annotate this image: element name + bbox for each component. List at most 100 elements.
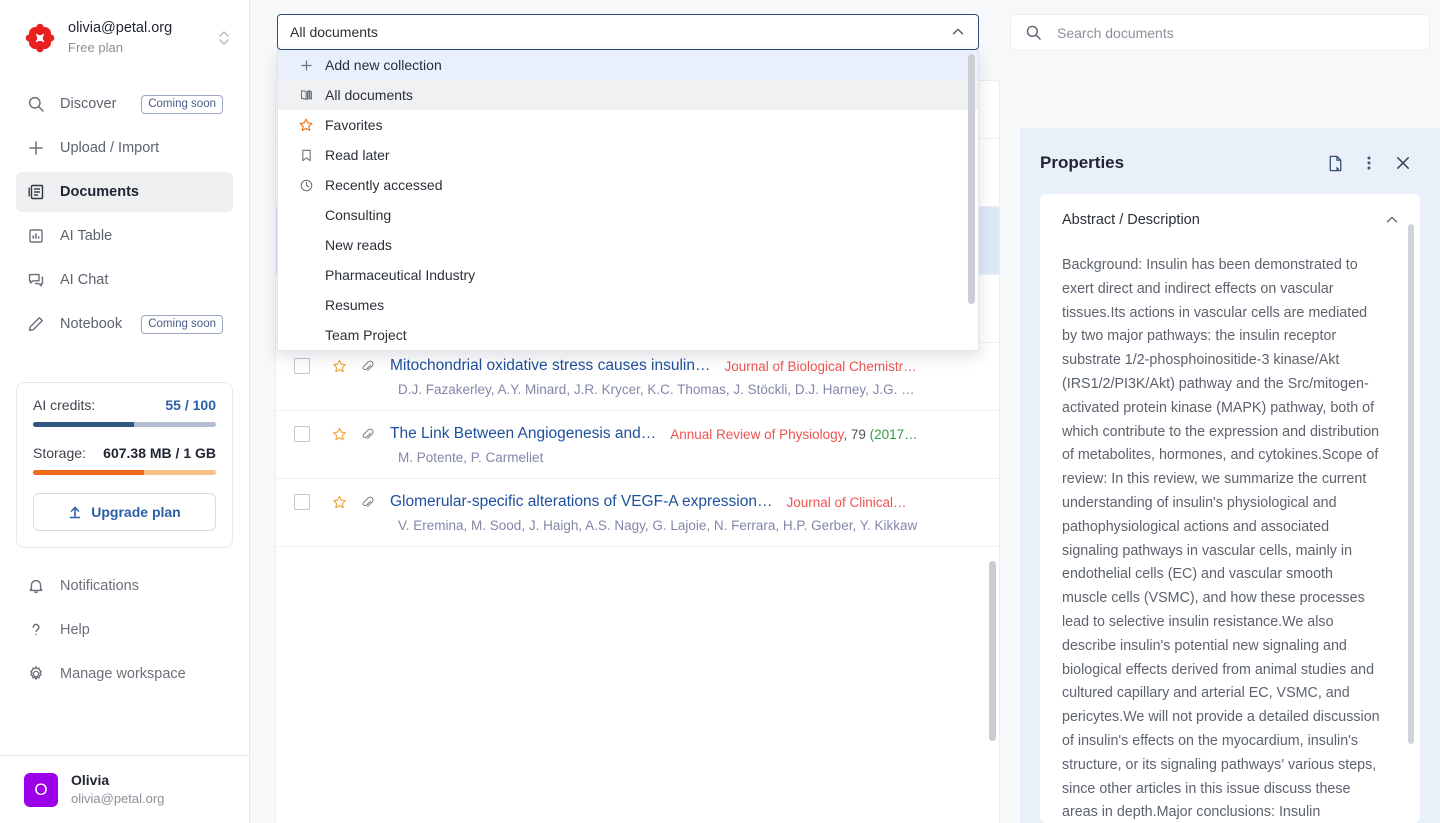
abstract-text: Background: Insulin has been demonstrate… bbox=[1062, 257, 1380, 821]
table-row[interactable]: Mitochondrial oxidative stress causes in… bbox=[276, 343, 999, 411]
sidebar-item-documents[interactable]: Documents bbox=[16, 172, 233, 212]
user-profile-footer[interactable]: O Olivia olivia@petal.org bbox=[0, 755, 249, 823]
table-row[interactable]: Glomerular-specific alterations of VEGF-… bbox=[276, 479, 999, 547]
collection-menu-item[interactable]: Team Project bbox=[278, 320, 978, 350]
plus-icon bbox=[296, 58, 316, 73]
avatar: O bbox=[24, 772, 58, 807]
user-name: Olivia bbox=[71, 772, 110, 788]
sidebar-item-ai-chat[interactable]: AI Chat bbox=[16, 260, 233, 300]
gear-icon bbox=[26, 664, 46, 684]
close-icon[interactable] bbox=[1386, 148, 1420, 178]
document-row-main: The Link Between Angiogenesis and… Annual… bbox=[294, 425, 981, 443]
collection-menu-item-label: New reads bbox=[325, 237, 392, 253]
collection-menu-item[interactable]: New reads bbox=[278, 230, 978, 260]
attachment-clip-icon[interactable] bbox=[360, 359, 376, 374]
collection-menu-item[interactable]: Pharmaceutical Industry bbox=[278, 260, 978, 290]
primary-nav: Discover Coming soon Upload / Import Doc… bbox=[0, 84, 249, 348]
collection-menu-item[interactable]: Resumes bbox=[278, 290, 978, 320]
search-icon bbox=[1025, 24, 1042, 41]
upgrade-plan-label: Upgrade plan bbox=[91, 504, 181, 520]
document-journal: Journal of Clinical… bbox=[786, 494, 907, 510]
collection-menu-item-label: Recently accessed bbox=[325, 177, 443, 193]
sidebar-item-label: AI Table bbox=[60, 228, 113, 244]
sidebar-item-help[interactable]: Help bbox=[16, 610, 233, 650]
ai-credits-label: AI credits: bbox=[33, 397, 96, 413]
sidebar-item-label: AI Chat bbox=[60, 272, 109, 288]
document-year: (2017… bbox=[869, 426, 918, 442]
sidebar-item-label: Upload / Import bbox=[60, 140, 160, 156]
table-row[interactable]: The Link Between Angiogenesis and… Annual… bbox=[276, 411, 999, 479]
storage-progress bbox=[33, 470, 216, 475]
abstract-section-title: Abstract / Description bbox=[1062, 212, 1200, 228]
collection-menu-item[interactable]: Read later bbox=[278, 140, 978, 170]
collection-menu-item[interactable]: Recently accessed bbox=[278, 170, 978, 200]
search-documents-box[interactable] bbox=[1010, 14, 1430, 51]
star-icon[interactable] bbox=[331, 494, 349, 511]
row-checkbox[interactable] bbox=[294, 358, 310, 374]
collection-menu-item-label: All documents bbox=[325, 87, 413, 103]
abstract-card: Abstract / Description Background: Insul… bbox=[1040, 194, 1420, 823]
abstract-section-header[interactable]: Abstract / Description bbox=[1062, 212, 1400, 228]
document-authors: M. Potente, P. Carmeliet bbox=[398, 450, 544, 465]
chevron-updown-icon[interactable] bbox=[215, 28, 233, 48]
search-input[interactable] bbox=[1055, 23, 1415, 42]
properties-panel: Properties Abstract / Description Backgr… bbox=[1020, 128, 1440, 823]
document-title[interactable]: The Link Between Angiogenesis and… bbox=[390, 425, 656, 443]
sidebar-item-notebook[interactable]: Notebook Coming soon bbox=[16, 304, 233, 344]
sidebar-item-notifications[interactable]: Notifications bbox=[16, 566, 233, 606]
document-source: Journal of Clinical… bbox=[786, 495, 906, 510]
sidebar-item-upload-import[interactable]: Upload / Import bbox=[16, 128, 233, 168]
table-chart-icon bbox=[26, 226, 46, 246]
chevron-up-icon[interactable] bbox=[1384, 212, 1400, 228]
sidebar: olivia@petal.org Free plan Discover Comi… bbox=[0, 0, 250, 823]
properties-header: Properties bbox=[1040, 146, 1420, 180]
star-icon[interactable] bbox=[331, 426, 349, 443]
collection-menu-item-label: Add new collection bbox=[325, 57, 442, 73]
document-authors: V. Eremina, M. Sood, J. Haigh, A.S. Nagy… bbox=[398, 518, 918, 533]
sidebar-item-manage-workspace[interactable]: Manage workspace bbox=[16, 654, 233, 694]
account-email: olivia@petal.org bbox=[68, 20, 173, 36]
usage-card: AI credits: 55 / 100 Storage: 607.38 MB … bbox=[16, 382, 233, 548]
star-icon bbox=[296, 117, 316, 133]
attachment-clip-icon[interactable] bbox=[360, 495, 376, 510]
secondary-nav: Notifications Help Manage workspace bbox=[0, 566, 249, 698]
question-mark-icon bbox=[26, 620, 46, 640]
row-checkbox[interactable] bbox=[294, 426, 310, 442]
collection-menu-item[interactable]: Favorites bbox=[278, 110, 978, 140]
document-authors: D.J. Fazakerley, A.Y. Minard, J.R. Kryce… bbox=[398, 382, 915, 397]
star-icon[interactable] bbox=[331, 358, 349, 375]
more-vertical-icon[interactable] bbox=[1352, 148, 1386, 178]
ai-credits-row: AI credits: 55 / 100 bbox=[33, 397, 216, 413]
collection-menu-item[interactable]: Add new collection bbox=[278, 50, 978, 80]
abstract-scrollbar[interactable] bbox=[1408, 224, 1414, 744]
document-title[interactable]: Glomerular-specific alterations of VEGF-… bbox=[390, 493, 772, 511]
document-source: Annual Review of Physiology, 79 (2017… bbox=[670, 427, 917, 442]
collection-selector: All documents Add new collection All docu… bbox=[277, 14, 979, 351]
sidebar-item-discover[interactable]: Discover Coming soon bbox=[16, 84, 233, 124]
document-export-icon[interactable] bbox=[1318, 148, 1352, 178]
collection-menu-scrollbar[interactable] bbox=[968, 54, 975, 304]
sidebar-item-ai-table[interactable]: AI Table bbox=[16, 216, 233, 256]
collection-menu-item-label: Pharmaceutical Industry bbox=[325, 267, 476, 283]
collection-menu-item[interactable]: All documents bbox=[278, 80, 978, 110]
bookmark-icon bbox=[296, 148, 316, 163]
upgrade-plan-button[interactable]: Upgrade plan bbox=[33, 493, 216, 531]
collection-menu-item[interactable]: Consulting bbox=[278, 200, 978, 230]
collection-dropdown-button[interactable]: All documents bbox=[277, 14, 979, 50]
account-switcher[interactable]: olivia@petal.org Free plan bbox=[0, 0, 249, 70]
collection-selected-label: All documents bbox=[290, 24, 378, 40]
attachment-clip-icon[interactable] bbox=[360, 427, 376, 442]
document-title[interactable]: Mitochondrial oxidative stress causes in… bbox=[390, 357, 710, 375]
row-checkbox[interactable] bbox=[294, 494, 310, 510]
petal-flower-logo bbox=[24, 22, 56, 54]
document-list-scrollbar[interactable] bbox=[989, 561, 996, 741]
sidebar-item-label: Notebook bbox=[60, 316, 123, 332]
collection-menu-item-label: Read later bbox=[325, 147, 390, 163]
collection-dropdown-menu: Add new collection All documents Favorites… bbox=[277, 50, 979, 351]
user-text: Olivia olivia@petal.org bbox=[71, 772, 164, 807]
collection-menu-item-label: Consulting bbox=[325, 207, 392, 223]
document-volume: , 79 bbox=[843, 426, 870, 442]
app-root: olivia@petal.org Free plan Discover Comi… bbox=[0, 0, 1440, 823]
chevron-up-icon[interactable] bbox=[950, 24, 966, 40]
chat-bubbles-icon bbox=[26, 270, 46, 290]
